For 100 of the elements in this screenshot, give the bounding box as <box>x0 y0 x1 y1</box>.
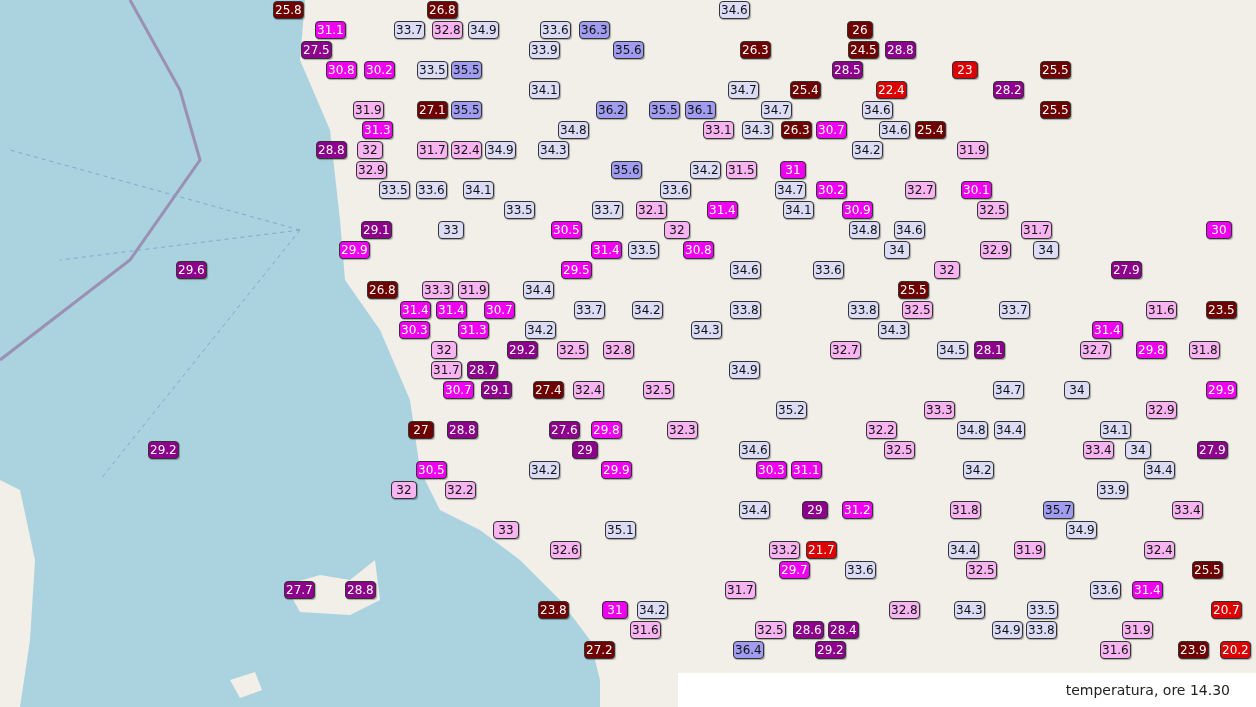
temperature-marker[interactable]: 27.6 <box>549 421 580 439</box>
temperature-marker[interactable]: 32.5 <box>966 561 997 579</box>
temperature-marker[interactable]: 30.1 <box>961 181 992 199</box>
temperature-marker[interactable]: 32.5 <box>643 381 674 399</box>
temperature-marker[interactable]: 27.9 <box>1111 261 1142 279</box>
temperature-marker[interactable]: 31.1 <box>315 21 346 39</box>
temperature-marker[interactable]: 34.1 <box>783 201 814 219</box>
temperature-marker[interactable]: 32.1 <box>636 201 667 219</box>
temperature-marker[interactable]: 33.5 <box>1027 601 1058 619</box>
temperature-marker[interactable]: 29.1 <box>361 221 392 239</box>
temperature-marker[interactable]: 29.8 <box>591 421 622 439</box>
temperature-marker[interactable]: 34.3 <box>878 321 909 339</box>
temperature-marker[interactable]: 32.5 <box>557 341 588 359</box>
temperature-marker[interactable]: 26 <box>847 21 873 39</box>
temperature-marker[interactable]: 29.9 <box>601 461 632 479</box>
temperature-marker[interactable]: 34.6 <box>719 1 750 19</box>
temperature-marker[interactable]: 33.6 <box>813 261 844 279</box>
temperature-marker[interactable]: 28.6 <box>793 621 824 639</box>
temperature-marker[interactable]: 35.6 <box>611 161 642 179</box>
temperature-marker[interactable]: 31.9 <box>458 281 489 299</box>
temperature-marker[interactable]: 32.7 <box>905 181 936 199</box>
temperature-marker[interactable]: 28.4 <box>828 621 859 639</box>
temperature-marker[interactable]: 26.3 <box>781 121 812 139</box>
temperature-marker[interactable]: 34 <box>1033 241 1059 259</box>
temperature-marker[interactable]: 27.1 <box>417 101 448 119</box>
temperature-marker[interactable]: 34.8 <box>849 221 880 239</box>
temperature-marker[interactable]: 25.8 <box>273 1 304 19</box>
temperature-marker[interactable]: 32.7 <box>1080 341 1111 359</box>
temperature-marker[interactable]: 32.5 <box>902 301 933 319</box>
temperature-marker[interactable]: 29.5 <box>561 261 592 279</box>
temperature-marker[interactable]: 34.6 <box>730 261 761 279</box>
temperature-marker[interactable]: 34.1 <box>463 181 494 199</box>
temperature-marker[interactable]: 31.4 <box>707 201 738 219</box>
temperature-marker[interactable]: 31.4 <box>591 241 622 259</box>
temperature-marker[interactable]: 26.8 <box>367 281 398 299</box>
temperature-marker[interactable]: 27.7 <box>284 581 315 599</box>
temperature-marker[interactable]: 25.5 <box>1040 61 1071 79</box>
temperature-marker[interactable]: 32.5 <box>977 201 1008 219</box>
temperature-marker[interactable]: 34.6 <box>739 441 770 459</box>
temperature-marker[interactable]: 25.5 <box>1192 561 1223 579</box>
temperature-marker[interactable]: 32.8 <box>889 601 920 619</box>
temperature-marker[interactable]: 31 <box>780 161 806 179</box>
temperature-marker[interactable]: 28.7 <box>467 361 498 379</box>
temperature-marker[interactable]: 33.6 <box>660 181 691 199</box>
temperature-marker[interactable]: 20.2 <box>1220 641 1251 659</box>
temperature-marker[interactable]: 34.6 <box>879 121 910 139</box>
temperature-marker[interactable]: 35.5 <box>451 61 482 79</box>
temperature-marker[interactable]: 33.8 <box>730 301 761 319</box>
temperature-marker[interactable]: 30.7 <box>484 301 515 319</box>
temperature-marker[interactable]: 29.9 <box>1206 381 1237 399</box>
temperature-marker[interactable]: 33 <box>493 521 519 539</box>
temperature-marker[interactable]: 34.4 <box>523 281 554 299</box>
temperature-marker[interactable]: 33.1 <box>703 121 734 139</box>
temperature-marker[interactable]: 33 <box>438 221 464 239</box>
temperature-marker[interactable]: 33.5 <box>379 181 410 199</box>
temperature-marker[interactable]: 24.5 <box>848 41 879 59</box>
temperature-marker[interactable]: 28.8 <box>316 141 347 159</box>
temperature-marker[interactable]: 32.7 <box>830 341 861 359</box>
temperature-marker[interactable]: 33.7 <box>999 301 1030 319</box>
temperature-marker[interactable]: 31.4 <box>436 301 467 319</box>
temperature-marker[interactable]: 32 <box>934 261 960 279</box>
temperature-marker[interactable]: 34 <box>884 241 910 259</box>
temperature-marker[interactable]: 30.8 <box>683 241 714 259</box>
temperature-marker[interactable]: 34.4 <box>739 501 770 519</box>
temperature-marker[interactable]: 23.5 <box>1206 301 1237 319</box>
temperature-marker[interactable]: 33.7 <box>574 301 605 319</box>
temperature-marker[interactable]: 34.7 <box>761 101 792 119</box>
temperature-marker[interactable]: 31.6 <box>1100 641 1131 659</box>
temperature-marker[interactable]: 32.4 <box>451 141 482 159</box>
temperature-marker[interactable]: 31.4 <box>1132 581 1163 599</box>
temperature-marker[interactable]: 33.3 <box>422 281 453 299</box>
temperature-marker[interactable]: 29.2 <box>507 341 538 359</box>
temperature-marker[interactable]: 35.2 <box>776 401 807 419</box>
temperature-marker[interactable]: 34 <box>1064 381 1090 399</box>
temperature-marker[interactable]: 33.4 <box>1083 441 1114 459</box>
temperature-marker[interactable]: 27.4 <box>533 381 564 399</box>
temperature-marker[interactable]: 28.8 <box>345 581 376 599</box>
temperature-marker[interactable]: 29 <box>802 501 828 519</box>
temperature-marker[interactable]: 34.7 <box>775 181 806 199</box>
temperature-marker[interactable]: 35.1 <box>605 521 636 539</box>
temperature-marker[interactable]: 35.6 <box>613 41 644 59</box>
temperature-marker[interactable]: 31.6 <box>630 621 661 639</box>
temperature-marker[interactable]: 31.3 <box>362 121 393 139</box>
temperature-marker[interactable]: 30.3 <box>756 461 787 479</box>
temperature-marker[interactable]: 33.6 <box>845 561 876 579</box>
temperature-marker[interactable]: 31.9 <box>353 101 384 119</box>
temperature-marker[interactable]: 34.3 <box>742 121 773 139</box>
temperature-marker[interactable]: 20.7 <box>1211 601 1242 619</box>
temperature-marker[interactable]: 25.5 <box>898 281 929 299</box>
temperature-marker[interactable]: 26.3 <box>740 41 771 59</box>
temperature-marker[interactable]: 29 <box>572 441 598 459</box>
temperature-marker[interactable]: 32.5 <box>884 441 915 459</box>
temperature-marker[interactable]: 30.8 <box>326 61 357 79</box>
temperature-marker[interactable]: 23.9 <box>1178 641 1209 659</box>
temperature-marker[interactable]: 32 <box>391 481 417 499</box>
temperature-marker[interactable]: 34.2 <box>963 461 994 479</box>
temperature-marker[interactable]: 33.7 <box>394 21 425 39</box>
temperature-marker[interactable]: 34.1 <box>529 81 560 99</box>
temperature-marker[interactable]: 30.2 <box>816 181 847 199</box>
temperature-marker[interactable]: 32.4 <box>573 381 604 399</box>
